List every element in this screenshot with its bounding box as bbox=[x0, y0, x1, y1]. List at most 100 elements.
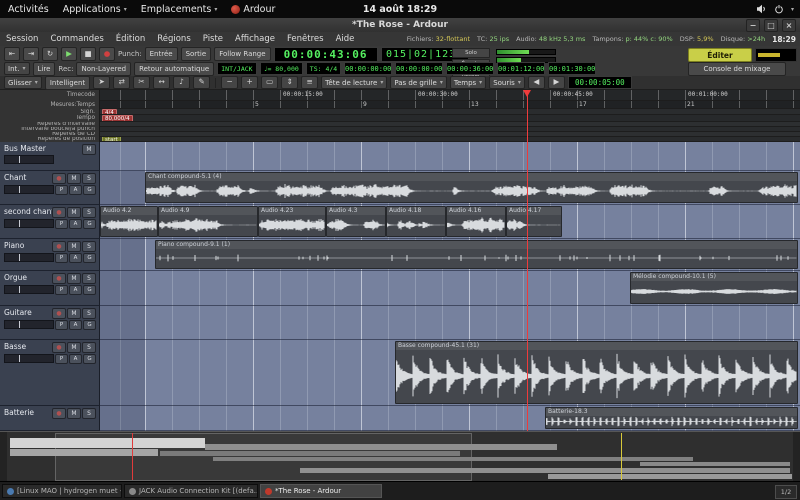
track-name[interactable]: Piano bbox=[4, 241, 24, 250]
gain-fader[interactable] bbox=[4, 253, 54, 262]
minimize-button[interactable]: − bbox=[746, 19, 760, 32]
solo-button[interactable]: S bbox=[82, 308, 96, 319]
playlist-button[interactable]: P bbox=[55, 219, 68, 229]
automation-button[interactable]: A bbox=[69, 219, 82, 229]
track-name[interactable]: Chant bbox=[4, 173, 26, 182]
track-lane-orgue[interactable]: Mélodie compound-10.1 (5) bbox=[100, 271, 800, 306]
cut-tool-button[interactable]: ✂ bbox=[133, 76, 150, 89]
track-lane-second-chant[interactable]: Audio 4.2 Audio 4.9 Audio 4.23 Audio 4.3… bbox=[100, 205, 800, 239]
gain-fader[interactable] bbox=[4, 219, 54, 228]
summary-right-edge[interactable] bbox=[793, 432, 800, 482]
solo-button[interactable]: S bbox=[82, 241, 96, 252]
track-name[interactable]: Orgue bbox=[4, 273, 27, 282]
solo-button[interactable]: S bbox=[82, 207, 96, 218]
grid-mode-dropdown[interactable]: Pas de grille▾ bbox=[390, 76, 447, 89]
zoom-in-button[interactable]: + bbox=[241, 76, 258, 89]
summary-left-edge[interactable] bbox=[0, 432, 7, 482]
mute-button[interactable]: M bbox=[67, 273, 81, 284]
range-tool-button[interactable]: ⇄ bbox=[113, 76, 130, 89]
places-menu[interactable]: Emplacements ▾ bbox=[141, 4, 218, 15]
punch-in-button[interactable]: Entrée bbox=[145, 47, 178, 61]
record-arm-button[interactable]: ● bbox=[52, 207, 66, 218]
menu-session[interactable]: Session bbox=[0, 34, 44, 44]
gain-fader[interactable] bbox=[4, 354, 54, 363]
mini-clock-5[interactable]: 00:01:30:00 bbox=[548, 62, 596, 75]
activities-button[interactable]: Activités bbox=[8, 4, 49, 15]
automation-button[interactable]: A bbox=[69, 185, 82, 195]
group-button[interactable]: G bbox=[83, 219, 96, 229]
mini-clock-2[interactable]: 00:00:00:00 bbox=[395, 62, 443, 75]
session-summary[interactable] bbox=[0, 431, 800, 481]
solo-button[interactable]: S bbox=[82, 173, 96, 184]
automation-button[interactable]: A bbox=[69, 253, 82, 263]
loop-button[interactable]: ↻ bbox=[42, 47, 58, 61]
workspace-switcher[interactable]: 1/2 bbox=[775, 485, 797, 499]
track-header-basse[interactable]: Basse ● M S P A G bbox=[0, 340, 100, 406]
mute-button[interactable]: M bbox=[82, 144, 96, 155]
track-lane-batterie[interactable]: Batterie-18.3 bbox=[100, 406, 800, 431]
track-header-second-chant[interactable]: second chant ● M S P A G bbox=[0, 205, 100, 239]
track-name[interactable]: Guitare bbox=[4, 308, 32, 317]
primary-clock[interactable]: 00:00:43:06 bbox=[274, 47, 378, 62]
menu-regions[interactable]: Régions bbox=[151, 34, 197, 44]
region-second-chant-6[interactable]: Audio 4.16 bbox=[446, 206, 506, 237]
edit-mode-dropdown[interactable]: Glisser▾ bbox=[4, 76, 42, 89]
smart-mode-button[interactable]: Intelligent bbox=[45, 76, 90, 90]
play-button[interactable]: ▶ bbox=[61, 47, 77, 61]
sync-source-dropdown[interactable]: Int.▾ bbox=[4, 62, 30, 75]
region-piano[interactable]: Piano compound-9.1 (1) bbox=[155, 240, 798, 269]
track-header-orgue[interactable]: Orgue ● M S P A G bbox=[0, 271, 100, 306]
editor-tab-button[interactable]: Éditer bbox=[688, 48, 752, 62]
track-name[interactable]: Bus Master bbox=[4, 144, 46, 153]
group-button[interactable]: G bbox=[83, 285, 96, 295]
mini-clock-4[interactable]: 00:01:12:00 bbox=[497, 62, 545, 75]
gain-fader[interactable] bbox=[4, 155, 54, 164]
menu-aide[interactable]: Aide bbox=[330, 34, 361, 44]
menu-piste[interactable]: Piste bbox=[197, 34, 229, 44]
go-start-button[interactable]: ⇤ bbox=[4, 47, 20, 61]
region-second-chant-4[interactable]: Audio 4.3 bbox=[326, 206, 386, 237]
mute-button[interactable]: M bbox=[67, 308, 81, 319]
track-name[interactable]: second chant bbox=[4, 207, 54, 216]
playlist-button[interactable]: P bbox=[55, 185, 68, 195]
record-arm-button[interactable]: ● bbox=[52, 408, 66, 419]
solo-button[interactable]: S bbox=[82, 273, 96, 284]
region-orgue[interactable]: Mélodie compound-10.1 (5) bbox=[630, 272, 798, 304]
solo-button[interactable]: S bbox=[82, 342, 96, 353]
playlist-button[interactable]: P bbox=[55, 253, 68, 263]
maximize-button[interactable]: □ bbox=[764, 19, 778, 32]
solo-indicator[interactable]: Solo bbox=[452, 48, 490, 58]
stop-button[interactable]: ■ bbox=[80, 47, 96, 61]
track-lane-bus-master[interactable] bbox=[100, 142, 800, 171]
menu-fenetres[interactable]: Fenêtres bbox=[281, 34, 330, 44]
go-end-button[interactable]: ⇥ bbox=[23, 47, 39, 61]
mute-button[interactable]: M bbox=[67, 342, 81, 353]
track-header-chant[interactable]: Chant ● M S P A G bbox=[0, 171, 100, 205]
gain-fader[interactable] bbox=[4, 185, 54, 194]
automation-button[interactable]: A bbox=[69, 320, 82, 330]
meter-display[interactable]: TS: 4/4 bbox=[306, 62, 341, 75]
group-button[interactable]: G bbox=[83, 253, 96, 263]
record-button[interactable]: ● bbox=[99, 47, 115, 61]
play-mode-button[interactable]: Lire bbox=[33, 62, 56, 76]
track-header-batterie[interactable]: Batterie ● M S bbox=[0, 406, 100, 431]
record-arm-button[interactable]: ● bbox=[52, 342, 66, 353]
tempo-ruler[interactable]: 80,000/4 bbox=[100, 115, 800, 122]
grab-tool-button[interactable]: ➤ bbox=[93, 76, 110, 89]
taskbar-window-jack[interactable]: JACK Audio Connection Kit [(defa... bbox=[124, 484, 258, 498]
audition-tool-button[interactable]: ♪ bbox=[173, 76, 190, 89]
gain-fader[interactable] bbox=[4, 285, 54, 294]
region-second-chant-2[interactable]: Audio 4.9 bbox=[158, 206, 258, 237]
region-batterie[interactable]: Batterie-18.3 bbox=[545, 407, 798, 429]
mute-button[interactable]: M bbox=[67, 207, 81, 218]
track-header-piano[interactable]: Piano ● M S P A G bbox=[0, 239, 100, 271]
auto-return-button[interactable]: Retour automatique bbox=[134, 62, 214, 76]
menu-edition[interactable]: Édition bbox=[110, 34, 151, 44]
region-second-chant-5[interactable]: Audio 4.18 bbox=[386, 206, 446, 237]
mixer-button[interactable]: Console de mixage bbox=[688, 62, 786, 76]
zoom-out-button[interactable]: − bbox=[221, 76, 238, 89]
ruler-label-tempo[interactable]: Tempo bbox=[0, 115, 99, 122]
stretch-tool-button[interactable]: ↔ bbox=[153, 76, 170, 89]
track-height-button[interactable]: ≡ bbox=[301, 76, 318, 89]
bars-beats-ruler[interactable]: 5 9 13 17 21 bbox=[100, 101, 800, 109]
